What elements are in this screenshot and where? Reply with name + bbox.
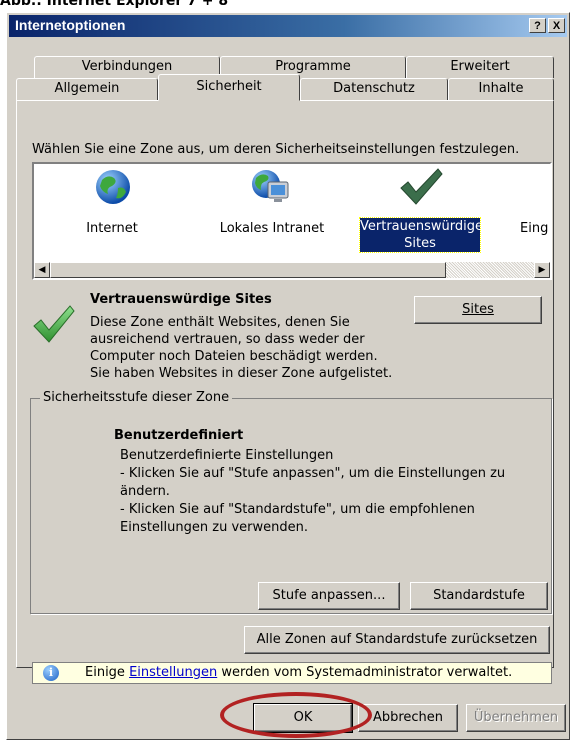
zone-info-description: Diese Zone enthält Websites, denen Sie a… <box>90 314 392 382</box>
security-level-title: Benutzerdefiniert <box>114 428 244 443</box>
reset-all-zones-button[interactable]: Alle Zonen auf Standardstufe zurücksetze… <box>244 626 550 654</box>
tab-inhalte[interactable]: Inhalte <box>448 78 554 100</box>
admin-info-bar: i Einige Einstellungen werden vom System… <box>32 662 552 684</box>
caption: Abb.: Internet Explorer 7 + 8 <box>0 0 229 9</box>
window-title: Internetoptionen <box>15 17 126 33</box>
zone-checkmark-icon <box>32 304 76 344</box>
scroll-thumb[interactable] <box>50 262 446 278</box>
tab-datenschutz[interactable]: Datenschutz <box>300 78 448 100</box>
zone-internet-label[interactable]: Internet <box>62 220 162 237</box>
security-line: - Klicken Sie auf "Stufe anpassen", um d… <box>120 466 506 481</box>
security-line: - Klicken Sie auf "Standardstufe", um di… <box>120 502 475 517</box>
info-icon: i <box>43 665 59 681</box>
cancel-button[interactable]: Abbrechen <box>358 704 458 732</box>
zone-scrollbar[interactable]: ◀ ▶ <box>34 262 550 278</box>
close-button[interactable]: X <box>548 18 565 33</box>
security-line: Benutzerdefinierte Einstellungen <box>120 448 334 463</box>
zone-intranet-label[interactable]: Lokales Intranet <box>212 220 332 237</box>
tab-erweitert[interactable]: Erweitert <box>406 56 554 78</box>
scroll-left-button[interactable]: ◀ <box>34 262 50 278</box>
tab-allgemein[interactable]: Allgemein <box>16 78 158 100</box>
zone-trusted-label-line1: Vertrauenswürdige <box>360 219 483 234</box>
zone-info-title: Vertrauenswürdige Sites <box>90 292 272 307</box>
apply-button[interactable]: Übernehmen <box>466 704 566 732</box>
default-level-button[interactable]: Standardstufe <box>410 582 548 610</box>
zone-info-line: Computer noch Dateien beschädigt werden. <box>90 349 378 364</box>
zone-restricted-label[interactable]: Eing <box>520 220 550 237</box>
security-level-description: Benutzerdefinierte Einstellungen - Klick… <box>120 447 505 537</box>
zone-prompt: Wählen Sie eine Zone aus, um deren Siche… <box>32 142 520 157</box>
security-group-legend: Sicherheitsstufe dieser Zone <box>40 390 233 405</box>
info-message: Einige Einstellungen werden vom Systemad… <box>85 665 512 680</box>
settings-link[interactable]: Einstellungen <box>129 665 217 680</box>
checkmark-icon[interactable] <box>398 166 444 208</box>
custom-level-button[interactable]: Stufe anpassen... <box>258 582 400 610</box>
zone-trusted-label-line2: Sites <box>404 236 436 251</box>
zone-info-line: Sie haben Websites in dieser Zone aufgel… <box>90 366 393 381</box>
security-line: Einstellungen zu verwenden. <box>120 520 308 535</box>
security-line: ändern. <box>120 484 170 499</box>
ok-button[interactable]: OK <box>253 703 353 733</box>
scroll-right-button[interactable]: ▶ <box>534 262 550 278</box>
scroll-track[interactable] <box>446 262 534 278</box>
sites-button-label: Sites <box>462 302 494 317</box>
title-bar[interactable]: Internetoptionen ? X <box>9 15 567 37</box>
zone-info-line: ausreichend vertrauen, so dass weder der <box>90 332 365 347</box>
intranet-icon[interactable] <box>250 168 292 208</box>
sites-button[interactable]: Sites <box>414 296 542 324</box>
zone-trusted-label[interactable]: Vertrauenswürdige Sites <box>359 217 483 253</box>
zone-info-line: Diese Zone enthält Websites, denen Sie <box>90 315 350 330</box>
tab-sicherheit[interactable]: Sicherheit <box>158 74 300 101</box>
globe-icon[interactable] <box>94 168 132 206</box>
info-suffix: werden vom Systemadministrator verwaltet… <box>221 665 513 680</box>
info-prefix: Einige <box>85 665 125 680</box>
help-button[interactable]: ? <box>529 18 546 33</box>
